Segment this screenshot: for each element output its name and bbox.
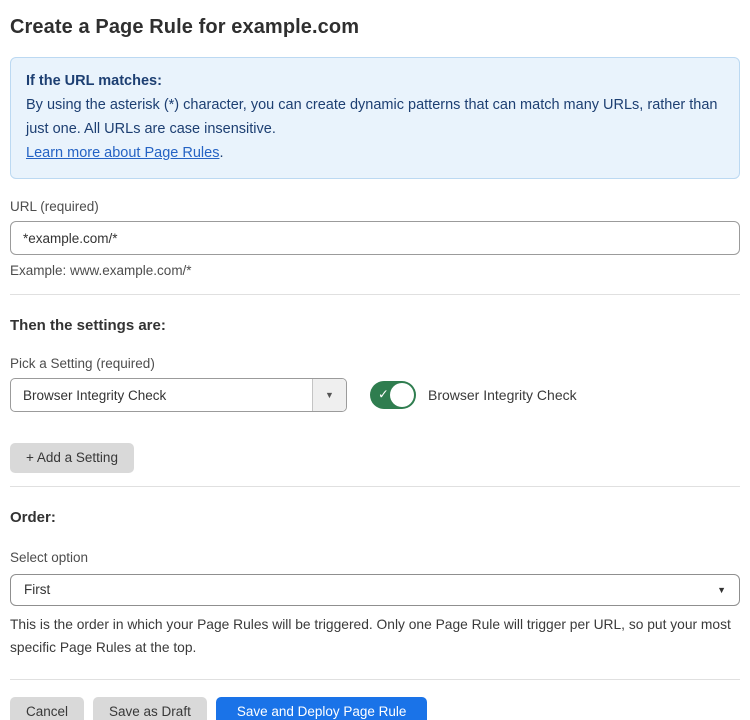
create-page-rule-form: Create a Page Rule for example.com If th… <box>0 0 750 720</box>
setting-select[interactable]: Browser Integrity Check ▼ <box>10 378 347 412</box>
url-field-label: URL (required) <box>10 199 740 214</box>
pick-setting-label: Pick a Setting (required) <box>10 356 740 371</box>
chevron-down-icon: ▼ <box>717 585 726 595</box>
info-box-heading: If the URL matches: <box>26 69 724 93</box>
check-icon: ✓ <box>378 387 389 403</box>
setting-toggle-label: Browser Integrity Check <box>428 387 577 403</box>
url-example-text: Example: www.example.com/* <box>10 263 740 278</box>
cancel-button[interactable]: Cancel <box>10 697 84 720</box>
order-section-heading: Order: <box>10 509 740 526</box>
info-box-body: By using the asterisk (*) character, you… <box>26 93 724 141</box>
add-setting-button[interactable]: + Add a Setting <box>10 443 134 473</box>
divider <box>10 679 740 680</box>
save-deploy-button[interactable]: Save and Deploy Page Rule <box>216 697 428 720</box>
order-select-label: Select option <box>10 550 740 565</box>
setting-select-value: Browser Integrity Check <box>11 379 312 411</box>
order-help-text: This is the order in which your Page Rul… <box>10 613 742 659</box>
order-select-value: First <box>24 582 50 597</box>
setting-toggle[interactable]: ✓ <box>370 381 416 409</box>
learn-more-link[interactable]: Learn more about Page Rules <box>26 145 219 161</box>
url-input[interactable] <box>10 221 740 255</box>
url-match-info-box: If the URL matches: By using the asteris… <box>10 57 740 179</box>
link-suffix: . <box>219 145 223 161</box>
order-select[interactable]: First ▼ <box>10 574 740 606</box>
divider <box>10 294 740 295</box>
footer-buttons: Cancel Save as Draft Save and Deploy Pag… <box>10 697 740 720</box>
settings-section-heading: Then the settings are: <box>10 317 740 334</box>
info-box-link-line: Learn more about Page Rules. <box>26 141 724 165</box>
page-title: Create a Page Rule for example.com <box>10 16 740 39</box>
divider <box>10 486 740 487</box>
toggle-knob <box>390 383 414 407</box>
save-draft-button[interactable]: Save as Draft <box>93 697 207 720</box>
setting-picker-row: Browser Integrity Check ▼ ✓ Browser Inte… <box>10 378 740 412</box>
chevron-down-icon[interactable]: ▼ <box>312 379 346 411</box>
